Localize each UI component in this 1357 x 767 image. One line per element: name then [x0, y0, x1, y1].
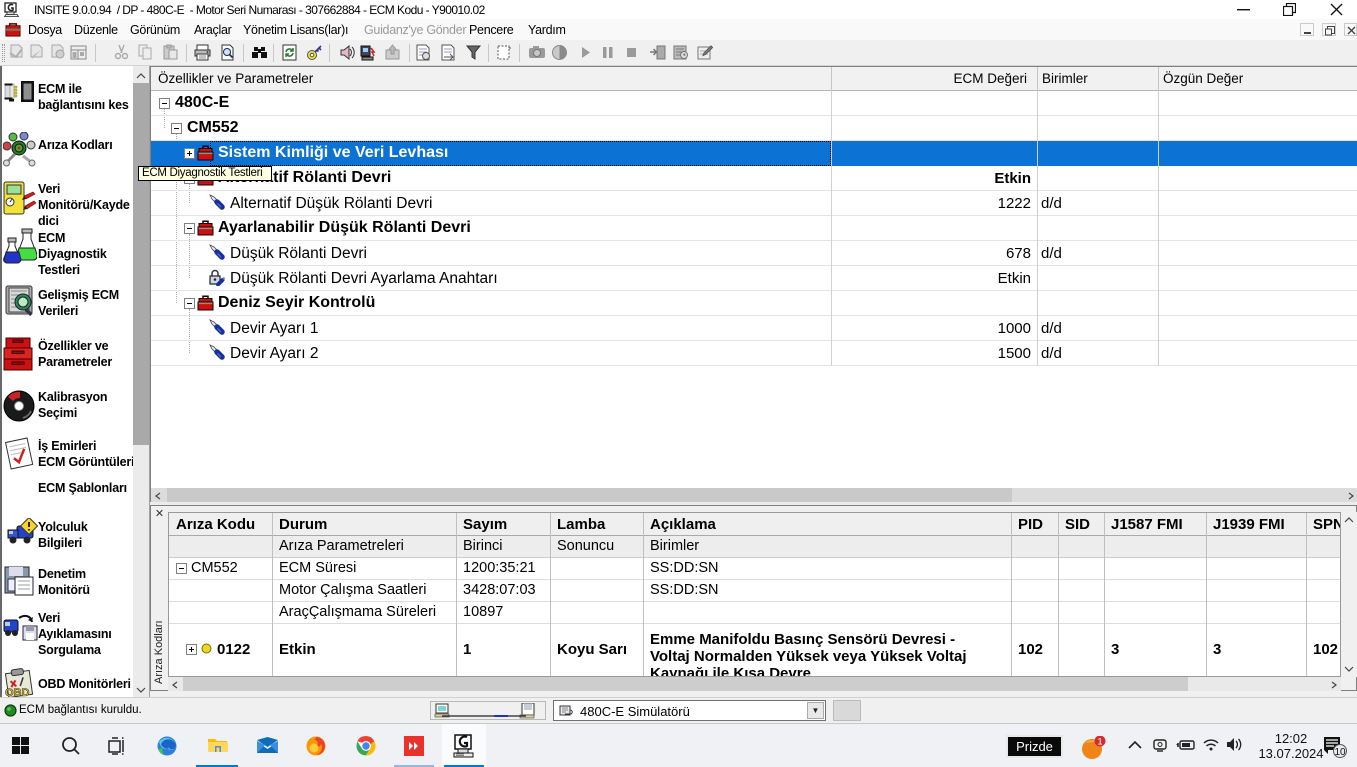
svg-text:10: 10 — [1335, 747, 1347, 758]
svg-text:1: 1 — [1098, 737, 1103, 747]
